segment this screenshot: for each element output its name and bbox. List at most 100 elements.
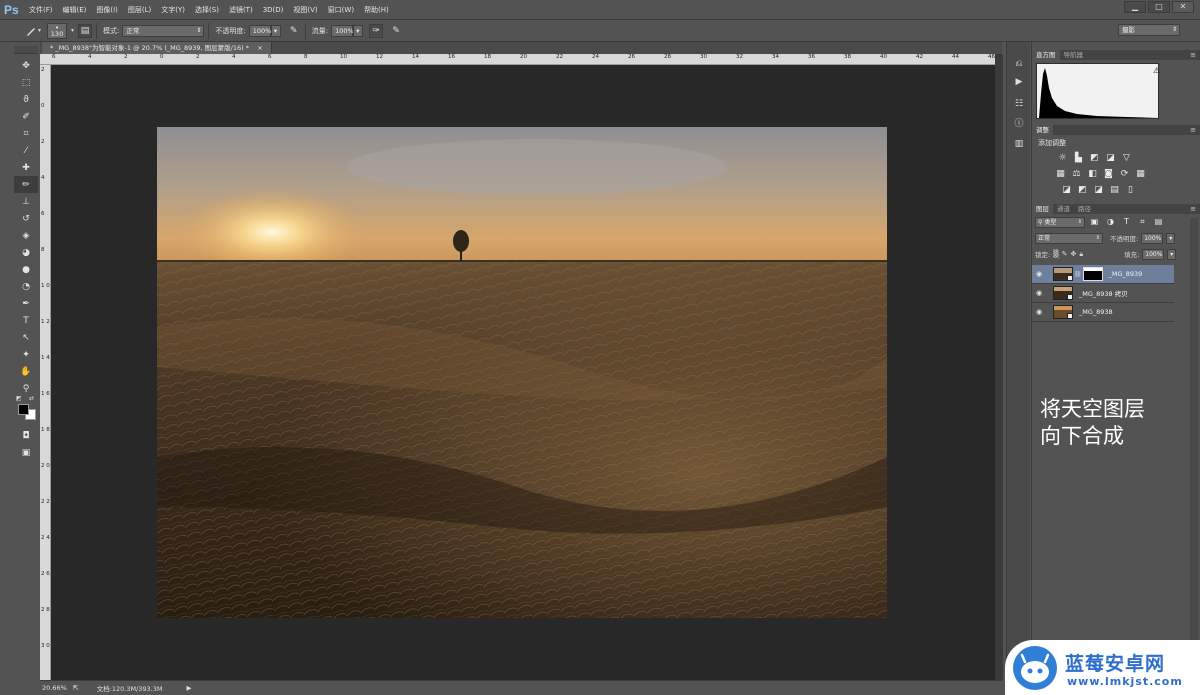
clone-stamp-tool-icon[interactable]: ⊥ [14,193,38,210]
path-select-tool-icon[interactable]: ↖ [14,329,38,346]
document-image[interactable] [157,127,887,618]
color-balance-icon[interactable]: ⚖ [1070,168,1083,180]
blend-mode-select[interactable]: 正常 ⇕ [1035,232,1103,244]
panel-menu-icon[interactable]: ≡ [1190,125,1196,135]
filter-type-icon[interactable]: T [1120,216,1133,228]
default-colors-icon[interactable]: ◩ [16,395,22,402]
history-brush-tool-icon[interactable]: ↺ [14,210,38,227]
gradient-map-icon[interactable]: ▤ [1108,184,1121,196]
blur-tool-icon[interactable]: ● [14,261,38,278]
flow-slider-toggle[interactable]: ▾ [353,24,364,37]
close-button[interactable]: ✕ [1172,1,1194,13]
shape-tool-icon[interactable]: ✦ [14,346,38,363]
brush-picker-arrow-icon[interactable]: ▾ [71,27,74,34]
opacity-slider-toggle[interactable]: ▾ [270,24,281,37]
properties-panel-icon[interactable]: ☷ [1008,96,1030,112]
pressure-size-icon[interactable]: ✎ [389,24,403,38]
lasso-tool-icon[interactable]: ϑ [14,91,38,108]
move-tool-icon[interactable]: ✥ [14,57,38,74]
panel-menu-icon[interactable]: ≡ [1190,50,1196,60]
color-lookup-icon[interactable]: ▦ [1134,168,1147,180]
quick-select-tool-icon[interactable]: ✐ [14,108,38,125]
quick-mask-icon[interactable]: ◘ [14,427,38,444]
layer-opacity-input[interactable]: 100% [1141,232,1164,244]
photo-filter-icon[interactable]: ◙ [1102,168,1115,180]
vibrance-icon[interactable]: ▽ [1120,152,1133,164]
dodge-tool-icon[interactable]: ◔ [14,278,38,295]
layer-comps-panel-icon[interactable]: ▥ [1008,136,1030,152]
menu-view[interactable]: 视图(V) [288,5,322,15]
tab-layers[interactable]: 图层 [1032,204,1053,214]
tab-paths[interactable]: 路径 [1074,204,1095,214]
brush-size-picker[interactable]: • 130 [47,22,68,39]
marquee-tool-icon[interactable]: ⬚ [14,74,38,91]
layer-name[interactable]: _MG_8938 [1079,308,1113,316]
lock-position-icon[interactable]: ✥ [1070,250,1076,258]
mode-select[interactable]: 正常 ⇕ [122,24,205,37]
workspace-select[interactable]: 摄影 ⇕ [1118,24,1180,36]
menu-layer[interactable]: 图层(L) [123,5,156,15]
canvas-area[interactable] [51,65,995,680]
filter-adjustment-icon[interactable]: ◑ [1104,216,1117,228]
visibility-eye-icon[interactable]: ◉ [1032,289,1046,297]
history-panel-icon[interactable]: ⎌ [1008,56,1030,72]
posterize-icon[interactable]: ◩ [1076,184,1089,196]
screen-mode-icon[interactable]: ▣ [14,444,38,461]
layer-name[interactable]: _MG_8938 拷贝 [1079,288,1128,298]
brightness-contrast-icon[interactable]: ☼ [1056,152,1069,164]
tab-adjustments[interactable]: 调整 [1032,125,1053,135]
menu-3d[interactable]: 3D(D) [258,6,289,14]
status-menu-arrow-icon[interactable]: ▶ [186,684,191,692]
healing-brush-tool-icon[interactable]: ✚ [14,159,38,176]
lock-transparent-icon[interactable]: ▒ [1053,250,1058,258]
brush-tool-icon[interactable]: ✏ [14,176,38,193]
filter-smart-object-icon[interactable]: ▤ [1152,216,1165,228]
swap-colors-icon[interactable]: ⇄ [29,395,34,402]
export-icon[interactable]: ⇱ [73,684,79,692]
exposure-icon[interactable]: ◪ [1104,152,1117,164]
crop-tool-icon[interactable]: ⌗ [14,125,38,142]
airbrush-icon[interactable]: ✑ [369,23,384,38]
horizontal-ruler[interactable]: 6 4 2 0 2 4 6 8 10 12 14 16 18 20 22 24 26 28 30 32 34 36 38 40… [40,54,995,65]
maximize-button[interactable]: □ [1148,1,1170,13]
layer-mask-thumbnail[interactable] [1082,267,1103,281]
menu-file[interactable]: 文件(F) [24,5,58,15]
menu-type[interactable]: 文字(Y) [156,5,190,15]
visibility-eye-icon[interactable]: ◉ [1032,308,1046,316]
fill-input[interactable]: 100% [1142,248,1165,260]
menu-help[interactable]: 帮助(H) [359,5,394,15]
fill-toggle[interactable]: ▾ [1167,248,1177,260]
tab-navigator[interactable]: 导航器 [1060,50,1088,60]
layer-name[interactable]: _MG_8939 [1109,270,1143,278]
black-white-icon[interactable]: ◧ [1086,168,1099,180]
menu-image[interactable]: 图像(I) [91,5,123,15]
layer-row[interactable]: ◉ ⛓︎ _MG_8939 [1032,265,1174,284]
menu-edit[interactable]: 编辑(E) [58,5,92,15]
layer-row[interactable]: ◉ _MG_8938 拷贝 [1032,284,1174,303]
pressure-opacity-icon[interactable]: ✎ [287,24,301,38]
menu-select[interactable]: 选择(S) [190,5,224,15]
zoom-level[interactable]: 20.66% [42,684,67,692]
channel-mixer-icon[interactable]: ⟳ [1118,168,1131,180]
curves-icon[interactable]: ◩ [1088,152,1101,164]
tab-channels[interactable]: 通道 [1053,204,1074,214]
menu-filter[interactable]: 滤镜(T) [224,5,258,15]
filter-pixel-icon[interactable]: ▣ [1088,216,1101,228]
levels-icon[interactable]: ▙ [1072,152,1085,164]
paint-bucket-tool-icon[interactable]: ◕ [14,244,38,261]
hue-saturation-icon[interactable]: ▦ [1054,168,1067,180]
lock-paint-icon[interactable]: ✎ [1062,250,1068,258]
filter-shape-icon[interactable]: ⌗ [1136,216,1149,228]
opacity-input[interactable]: 100% [248,24,271,37]
eraser-tool-icon[interactable]: ◈ [14,227,38,244]
type-tool-icon[interactable]: T [14,312,38,329]
pen-tool-icon[interactable]: ✒ [14,295,38,312]
vertical-scrollbar[interactable] [995,54,1003,680]
warning-icon[interactable]: ⚠ [1153,66,1160,75]
minimize-button[interactable]: ▁ [1124,1,1146,13]
invert-icon[interactable]: ◪ [1060,184,1073,196]
info-panel-icon[interactable]: ⓘ [1008,114,1030,130]
chain-link-icon[interactable]: ⛓︎ [1074,271,1082,278]
flow-input[interactable]: 100% [331,24,354,37]
document-tab[interactable]: * _MG_8938"为智能对象-1 @ 20.7% (_MG_8939, 图层… [42,42,272,54]
